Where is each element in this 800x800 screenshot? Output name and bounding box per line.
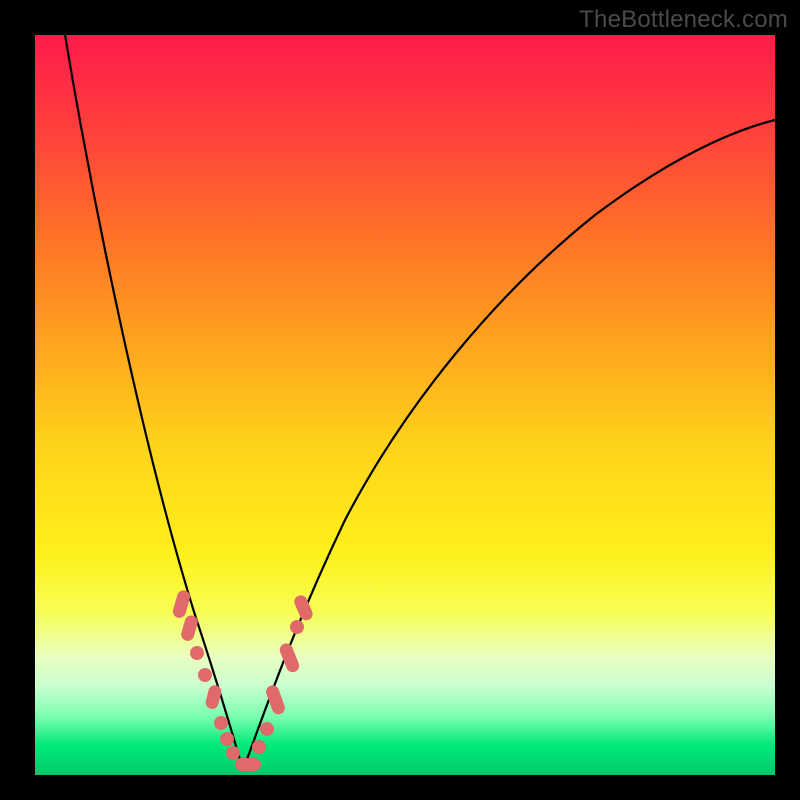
highlight-dots (171, 589, 314, 771)
chart-frame: TheBottleneck.com (0, 0, 800, 800)
curve-layer (35, 35, 775, 775)
watermark-text: TheBottleneck.com (579, 6, 788, 34)
plot-area (35, 35, 775, 775)
curve-left-branch (65, 35, 243, 770)
curve-right-branch (243, 120, 775, 770)
